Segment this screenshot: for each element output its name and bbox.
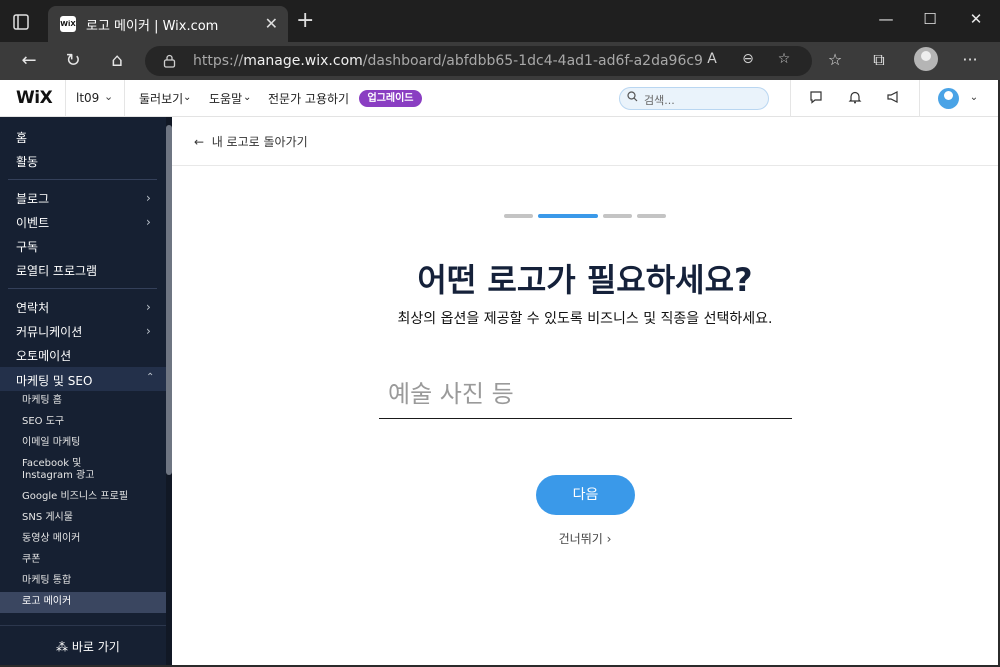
sidebar: 홈 활동 블로그 › 이벤트 › 구독 로열티 프로그램 연락처 › 커뮤니케이…: [0, 117, 172, 667]
progress-step-4: [637, 214, 666, 218]
sidebar-item-subscriptions[interactable]: 구독: [16, 238, 38, 255]
site-selector[interactable]: lt09: [76, 91, 99, 105]
shortcut-icon: ⁂: [56, 640, 68, 654]
menu-help[interactable]: 도움말: [209, 90, 242, 107]
chevron-down-icon[interactable]: ⌄: [243, 92, 251, 103]
url-text[interactable]: https://manage.wix.com/dashboard/abfdbb6…: [193, 53, 703, 69]
announcements-icon[interactable]: [884, 90, 902, 108]
sidebar-divider: [8, 288, 157, 289]
sidebar-item-marketing-seo[interactable]: 마케팅 및 SEO: [16, 372, 92, 389]
shortcut-label: 바로 가기: [71, 640, 120, 654]
sidebar-subitem-video-maker[interactable]: 동영상 메이커: [22, 533, 80, 545]
favorites-icon[interactable]: ☆: [823, 50, 847, 69]
search-input[interactable]: 검색...: [619, 87, 769, 110]
read-aloud-icon[interactable]: A: [701, 51, 723, 67]
sidebar-item-events[interactable]: 이벤트: [16, 214, 49, 231]
tab-title: 로고 메이커 | Wix.com: [86, 19, 219, 34]
wix-logo[interactable]: WiX: [16, 88, 53, 108]
business-type-input[interactable]: [388, 376, 788, 412]
skip-link[interactable]: 건너뛰기 ›: [172, 530, 998, 547]
wix-favicon-icon: WiX: [60, 16, 76, 32]
back-to-logos-link[interactable]: ← 내 로고로 돌아가기: [194, 133, 308, 150]
browser-toolbar: ← ↻ ⌂ https://manage.wix.com/dashboard/a…: [0, 42, 1000, 80]
refresh-icon[interactable]: ↻: [61, 50, 85, 72]
chevron-right-icon: ›: [146, 324, 151, 338]
browser-profile-icon[interactable]: [914, 47, 938, 71]
sidebar-subitem-label: Instagram 광고: [22, 470, 95, 481]
search-icon: [627, 91, 638, 105]
chevron-down-icon[interactable]: ⌄: [104, 90, 113, 103]
close-tab-icon[interactable]: ✕: [265, 14, 278, 33]
chevron-right-icon: ›: [146, 215, 151, 229]
sidebar-subitem-social-posts[interactable]: SNS 게시물: [22, 512, 73, 524]
browser-tab[interactable]: WiX 로고 메이커 | Wix.com ✕: [48, 6, 288, 42]
chat-icon[interactable]: [807, 90, 825, 108]
chevron-down-icon[interactable]: ⌄: [183, 92, 191, 103]
sidebar-subitem-seo-tools[interactable]: SEO 도구: [22, 416, 64, 428]
menu-hire-expert[interactable]: 전문가 고용하기: [268, 90, 349, 107]
next-button[interactable]: 다음: [536, 475, 635, 515]
page-subtitle: 최상의 옵션을 제공할 수 있도록 비즈니스 및 직종을 선택하세요.: [397, 311, 773, 327]
home-icon[interactable]: ⌂: [105, 50, 129, 72]
user-avatar[interactable]: [938, 88, 959, 109]
notifications-icon[interactable]: [846, 90, 864, 108]
main-divider: [172, 165, 998, 166]
new-tab-icon[interactable]: +: [296, 10, 314, 32]
sidebar-subitem-coupons[interactable]: 쿠폰: [22, 554, 40, 566]
back-link-label: 내 로고로 돌아가기: [211, 135, 308, 149]
sidebar-subitem-marketing-home[interactable]: 마케팅 홈: [22, 395, 62, 407]
shortcut-button[interactable]: ⁂ 바로 가기: [56, 638, 120, 655]
chevron-right-icon: ›: [146, 300, 151, 314]
sidebar-item-activity[interactable]: 활동: [16, 153, 38, 170]
back-icon[interactable]: ←: [17, 50, 41, 72]
add-favorite-icon[interactable]: ☆: [773, 51, 795, 67]
minimize-icon[interactable]: —: [866, 10, 906, 28]
sidebar-subitem-facebook-ads[interactable]: Facebook 및 Instagram 광고: [22, 458, 94, 482]
sidebar-subitem-marketing-integrations[interactable]: 마케팅 통합: [22, 575, 71, 587]
upgrade-button[interactable]: 업그레이드: [359, 90, 422, 107]
sidebar-item-communications[interactable]: 커뮤니케이션: [16, 323, 82, 340]
sidebar-subitem-google-business[interactable]: Google 비즈니스 프로필: [22, 491, 128, 503]
collections-icon[interactable]: ⧉: [867, 50, 891, 70]
sidebar-subitem-email-marketing[interactable]: 이메일 마케팅: [22, 437, 80, 449]
zoom-icon[interactable]: ⊖: [737, 51, 759, 67]
sidebar-item-automations[interactable]: 오토메이션: [16, 347, 71, 364]
progress-step-3: [603, 214, 632, 218]
main-content: ← 내 로고로 돌아가기 어떤 로고가 필요하세요? 최상의 옵션을 제공할 수…: [172, 117, 998, 665]
sidebar-item-blog[interactable]: 블로그: [16, 190, 49, 207]
sidebar-shortcut-bar[interactable]: ⁂ 바로 가기: [0, 625, 166, 667]
close-window-icon[interactable]: ✕: [956, 10, 996, 28]
sidebar-subitem-logo-maker[interactable]: 로고 메이커: [22, 596, 71, 608]
progress-step-2: [538, 214, 598, 218]
progress-step-1: [504, 214, 533, 218]
wix-header: WiX lt09 ⌄ 둘러보기 ⌄ 도움말 ⌄ 전문가 고용하기 업그레이드 검…: [0, 80, 1000, 117]
address-bar[interactable]: https://manage.wix.com/dashboard/abfdbb6…: [145, 46, 812, 76]
arrow-left-icon: ←: [194, 135, 205, 149]
menu-explore[interactable]: 둘러보기: [139, 90, 183, 107]
sidebar-item-loyalty[interactable]: 로열티 프로그램: [16, 262, 97, 279]
page-title: 어떤 로고가 필요하세요?: [417, 261, 753, 299]
lock-icon[interactable]: [163, 53, 176, 68]
tab-actions-icon[interactable]: [10, 11, 32, 33]
maximize-icon[interactable]: ☐: [910, 10, 950, 28]
more-icon[interactable]: ···: [958, 50, 982, 69]
sidebar-item-contacts[interactable]: 연락처: [16, 299, 49, 316]
sidebar-divider: [8, 179, 157, 180]
search-placeholder: 검색...: [644, 94, 675, 107]
sidebar-subitem-label: Facebook 및: [22, 458, 82, 469]
business-type-field[interactable]: [379, 372, 792, 419]
sidebar-item-home[interactable]: 홈: [16, 129, 27, 146]
chevron-up-icon[interactable]: ⌃: [146, 372, 154, 383]
chevron-right-icon: ›: [146, 191, 151, 205]
browser-titlebar: WiX 로고 메이커 | Wix.com ✕ + — ☐ ✕: [0, 0, 1000, 42]
chevron-down-icon[interactable]: ⌄: [965, 92, 983, 103]
